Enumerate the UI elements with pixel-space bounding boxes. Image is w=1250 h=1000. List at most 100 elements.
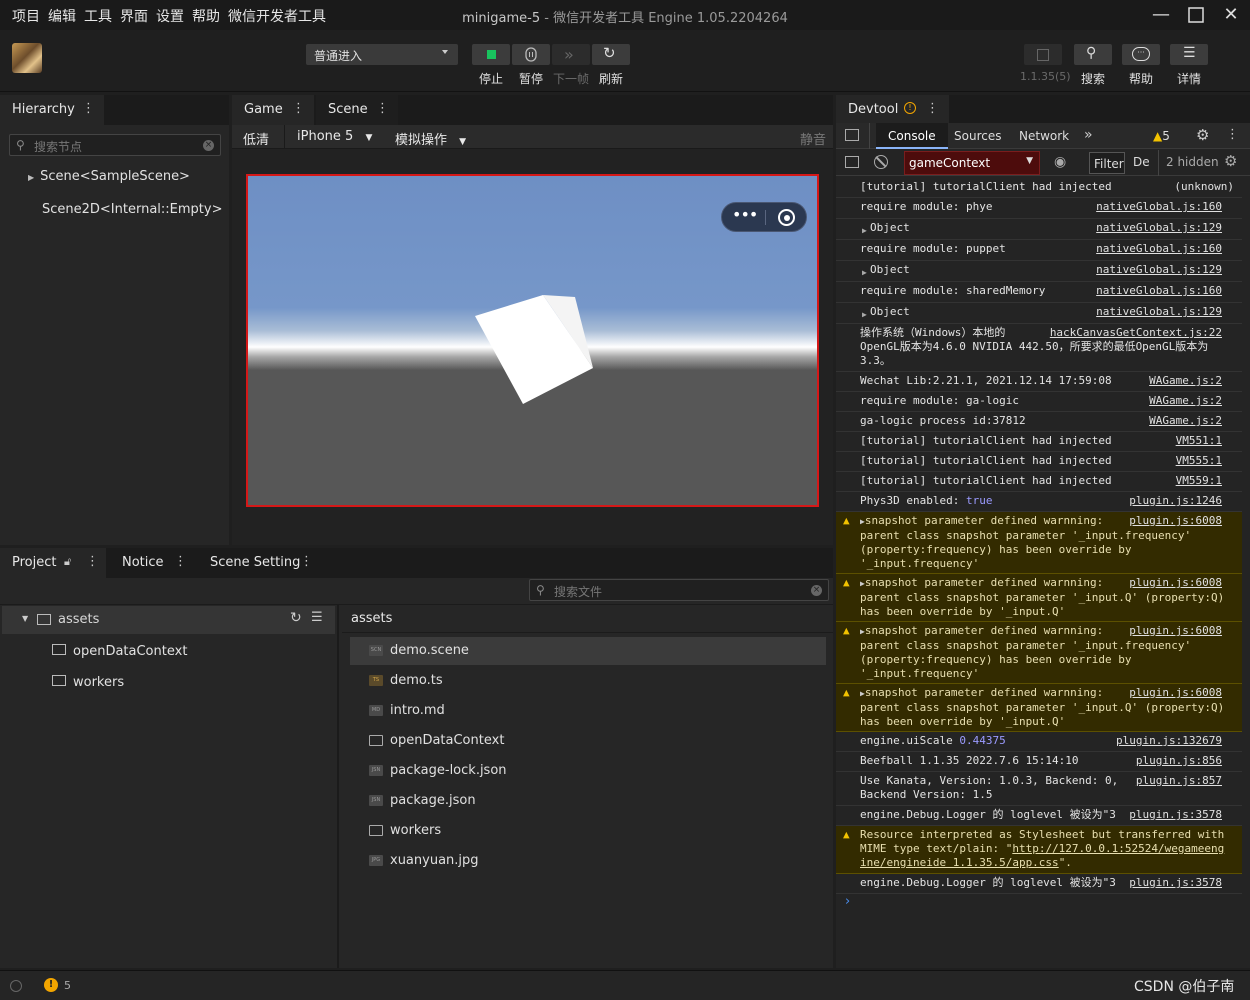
log-source-link[interactable]: VM559:1 bbox=[1176, 474, 1222, 488]
status-warning-count[interactable]: 5 bbox=[64, 979, 71, 992]
tree-item-workers[interactable]: workers bbox=[52, 675, 124, 690]
log-row[interactable]: ▶ Object nativeGlobal.js:129 bbox=[836, 303, 1242, 324]
warning-count-badge[interactable]: ▲5 bbox=[1153, 129, 1170, 143]
log-source-link[interactable]: plugin.js:3578 bbox=[1129, 808, 1222, 822]
file-item[interactable]: workers bbox=[350, 817, 826, 845]
more-icon[interactable]: ⋮ bbox=[174, 555, 187, 568]
warning-circle-icon[interactable]: ! bbox=[44, 978, 58, 992]
lock-icon[interactable]: 🔓︎ bbox=[64, 555, 71, 569]
file-item[interactable]: JSN package-lock.json bbox=[350, 757, 826, 785]
tab-scene[interactable]: Scene ⋮ bbox=[316, 95, 398, 125]
tree-item-scene[interactable]: ▶ Scene<SampleScene> bbox=[28, 169, 190, 184]
expand-arrow-icon[interactable]: ▶ bbox=[862, 224, 867, 238]
tab-game[interactable]: Game ⋮ bbox=[232, 95, 314, 125]
chevron-down-icon[interactable]: ▼ bbox=[22, 614, 28, 623]
next-frame-button[interactable]: » bbox=[552, 44, 590, 65]
tab-hierarchy[interactable]: Hierarchy ⋮ bbox=[0, 95, 104, 125]
tab-notice[interactable]: Notice ⋮ bbox=[110, 548, 194, 578]
search-button[interactable]: ⚲ bbox=[1074, 44, 1112, 65]
details-button[interactable]: ☰ bbox=[1170, 44, 1208, 65]
log-source-link[interactable]: nativeGlobal.js:129 bbox=[1096, 263, 1222, 277]
expand-arrow-icon[interactable]: ▶ bbox=[862, 308, 867, 322]
device-select[interactable]: iPhone 5 ▼ bbox=[297, 129, 372, 144]
compile-mode-select[interactable]: 普通进入 bbox=[306, 44, 458, 65]
mute-toggle[interactable]: 静音 bbox=[800, 129, 826, 148]
clear-console-icon[interactable] bbox=[874, 155, 888, 169]
sidebar-toggle-icon[interactable] bbox=[845, 156, 859, 168]
log-source-link[interactable]: nativeGlobal.js:160 bbox=[1096, 284, 1222, 298]
chevron-right-icon[interactable]: ▶ bbox=[28, 173, 34, 182]
simulate-select[interactable]: 模拟操作 ▼ bbox=[395, 129, 466, 148]
log-source-link[interactable]: VM555:1 bbox=[1176, 454, 1222, 468]
refresh-icon[interactable]: ↻ bbox=[290, 610, 302, 626]
file-item[interactable]: openDataContext bbox=[350, 727, 826, 755]
more-tabs-icon[interactable]: » bbox=[1084, 127, 1093, 143]
close-capsule-icon[interactable] bbox=[778, 209, 795, 226]
log-source-link[interactable]: nativeGlobal.js:160 bbox=[1096, 200, 1222, 214]
more-icon[interactable]: ⋮ bbox=[300, 555, 313, 568]
gear-icon[interactable]: ⚙ bbox=[1196, 126, 1209, 144]
log-source-link[interactable]: nativeGlobal.js:160 bbox=[1096, 242, 1222, 256]
file-item[interactable]: SCN demo.scene bbox=[350, 637, 826, 665]
log-source-link[interactable]: plugin.js:3578 bbox=[1129, 876, 1222, 890]
gear-icon[interactable]: ⚙ bbox=[1224, 152, 1237, 170]
log-source-link[interactable]: plugin.js:6008 bbox=[1129, 514, 1222, 528]
log-source-link[interactable]: WAGame.js:2 bbox=[1149, 414, 1222, 428]
avatar[interactable] bbox=[12, 43, 42, 73]
stylesheet-link[interactable]: ine/engineide 1.1.35.5/app.css bbox=[860, 856, 1059, 869]
more-icon[interactable]: ⋮ bbox=[292, 102, 305, 115]
log-source-link[interactable]: nativeGlobal.js:129 bbox=[1096, 221, 1222, 235]
tab-scene-setting[interactable]: Scene Setting ⋮ bbox=[198, 548, 318, 578]
splitter[interactable] bbox=[337, 604, 339, 968]
list-icon[interactable]: ☰ bbox=[311, 610, 323, 625]
maximize-icon[interactable] bbox=[1185, 4, 1207, 26]
file-item[interactable]: JSN package.json bbox=[350, 787, 826, 815]
tab-network[interactable]: Network bbox=[1019, 129, 1069, 143]
stop-button[interactable] bbox=[472, 44, 510, 65]
expand-arrow-icon[interactable]: ▶ bbox=[862, 266, 867, 280]
more-icon[interactable]: ⋮ bbox=[1226, 127, 1239, 142]
log-source-link[interactable]: plugin.js:6008 bbox=[1129, 686, 1222, 700]
status-circle-icon[interactable] bbox=[10, 980, 22, 992]
tab-sources[interactable]: Sources bbox=[954, 129, 1001, 143]
log-source-link[interactable]: plugin.js:856 bbox=[1136, 754, 1222, 768]
log-source-link[interactable]: nativeGlobal.js:129 bbox=[1096, 305, 1222, 319]
quality-select[interactable]: 低清 bbox=[243, 129, 269, 148]
tab-console[interactable]: Console bbox=[876, 123, 948, 149]
more-icon[interactable]: ⋮ bbox=[926, 102, 939, 115]
tree-item-opendatacontext[interactable]: openDataContext bbox=[52, 644, 187, 659]
log-source-link[interactable]: plugin.js:6008 bbox=[1129, 576, 1222, 590]
clear-icon[interactable]: × bbox=[203, 140, 214, 151]
more-icon[interactable]: ⋮ bbox=[86, 555, 99, 568]
tab-devtool[interactable]: Devtool! ⋮ bbox=[836, 95, 949, 125]
log-source-link[interactable]: WAGame.js:2 bbox=[1149, 374, 1222, 388]
log-levels-select[interactable]: De bbox=[1133, 155, 1150, 169]
inspect-icon[interactable] bbox=[845, 129, 859, 141]
log-source-link[interactable]: hackCanvasGetContext.js:22 bbox=[1050, 326, 1222, 340]
log-source-link[interactable]: plugin.js:132679 bbox=[1116, 734, 1222, 748]
clear-icon[interactable]: × bbox=[811, 585, 822, 596]
file-item[interactable]: JPG xuanyuan.jpg bbox=[350, 847, 826, 875]
console-prompt[interactable]: › bbox=[845, 894, 850, 909]
log-source-link[interactable]: WAGame.js:2 bbox=[1149, 394, 1222, 408]
filter-input[interactable]: Filter bbox=[1089, 152, 1125, 174]
version-button[interactable] bbox=[1024, 44, 1062, 65]
tree-item-scene2d[interactable]: Scene2D<Internal::Empty> bbox=[42, 202, 222, 217]
more-icon[interactable]: ••• bbox=[732, 205, 758, 224]
refresh-button[interactable]: ↻ bbox=[592, 44, 630, 65]
log-source-link[interactable]: VM551:1 bbox=[1176, 434, 1222, 448]
log-source-link[interactable]: plugin.js:6008 bbox=[1129, 624, 1222, 638]
tree-item-assets[interactable]: ▼ assets ↻ ☰ bbox=[2, 606, 335, 634]
eye-icon[interactable]: ◉ bbox=[1054, 154, 1066, 170]
log-row[interactable]: ▶ Object nativeGlobal.js:129 bbox=[836, 261, 1242, 282]
file-item[interactable]: MD intro.md bbox=[350, 697, 826, 725]
hierarchy-search-input[interactable]: ⚲ 搜索节点 × bbox=[9, 134, 221, 156]
log-source-link[interactable]: plugin.js:1246 bbox=[1129, 494, 1222, 508]
stylesheet-link[interactable]: http://127.0.0.1:52524/wegameeng bbox=[1012, 842, 1224, 855]
minimize-icon[interactable]: — bbox=[1150, 4, 1172, 26]
file-item[interactable]: TS demo.ts bbox=[350, 667, 826, 695]
close-icon[interactable]: ✕ bbox=[1220, 4, 1242, 26]
file-search-input[interactable]: ⚲ 搜索文件 × bbox=[529, 579, 829, 601]
more-icon[interactable]: ⋮ bbox=[82, 102, 95, 115]
log-source-link[interactable]: plugin.js:857 bbox=[1136, 774, 1222, 788]
